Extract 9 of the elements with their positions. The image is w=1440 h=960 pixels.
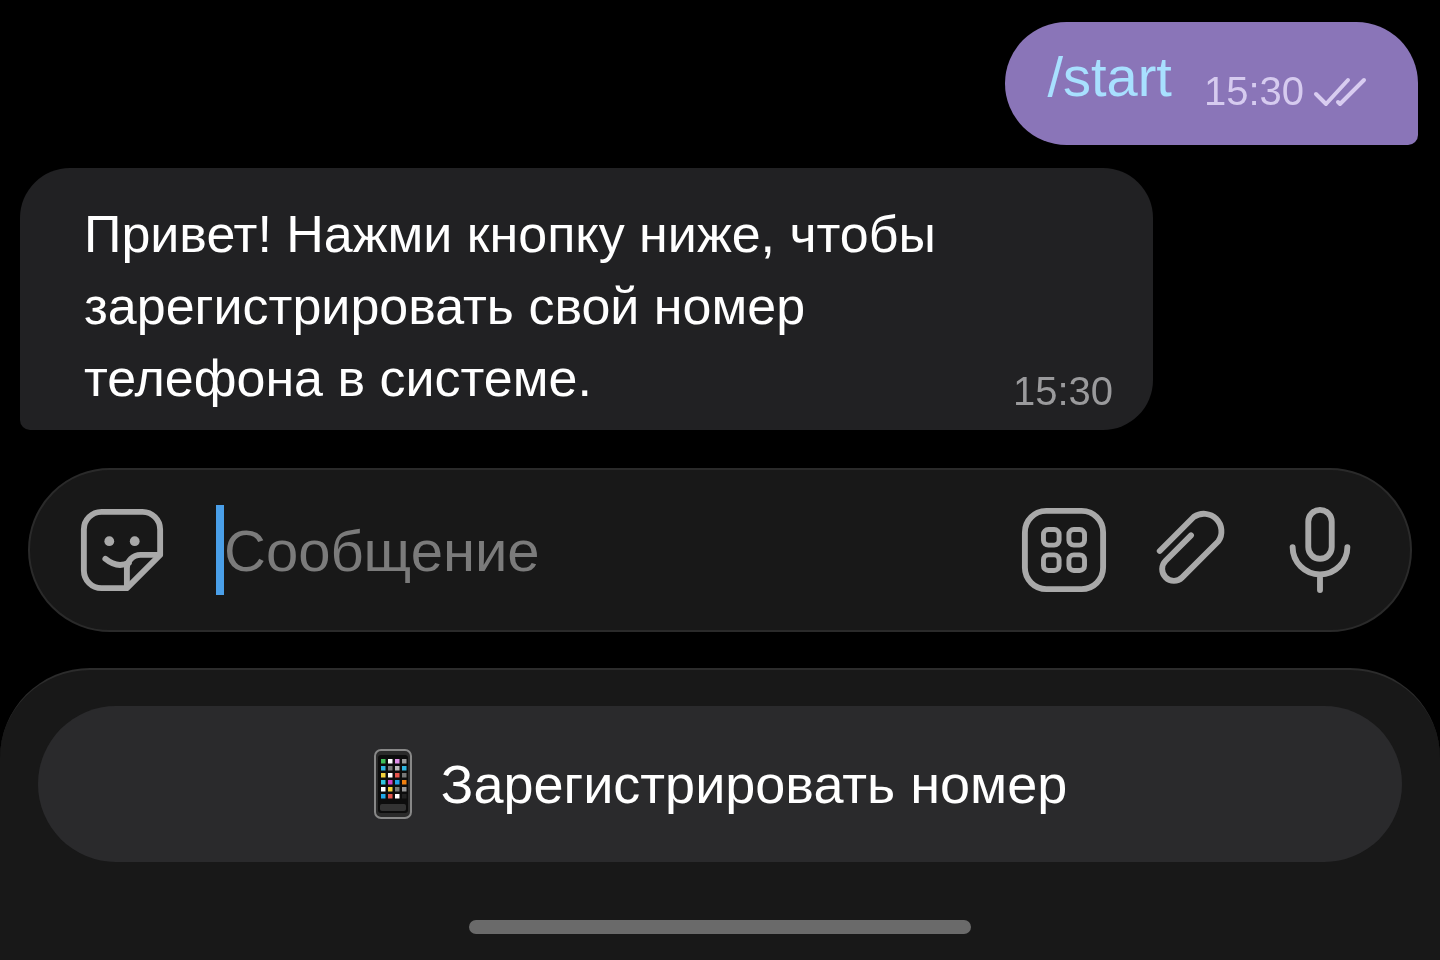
keyboard-button[interactable]: Зарегистрировать номер (38, 706, 1402, 862)
message-time: 15:30 (1203, 69, 1304, 114)
message-text: /start (1047, 44, 1172, 109)
phone-icon (372, 748, 413, 820)
message-input[interactable]: Сообщение (224, 516, 980, 584)
message-time: 15:30 (1012, 369, 1113, 414)
message-text: Привет! Нажми кнопку ниже, чтобы зарегистрировать свой номер телефона в системе. (84, 204, 937, 409)
apps-grid-icon[interactable] (1020, 506, 1108, 594)
sticker-icon[interactable] (78, 506, 166, 594)
